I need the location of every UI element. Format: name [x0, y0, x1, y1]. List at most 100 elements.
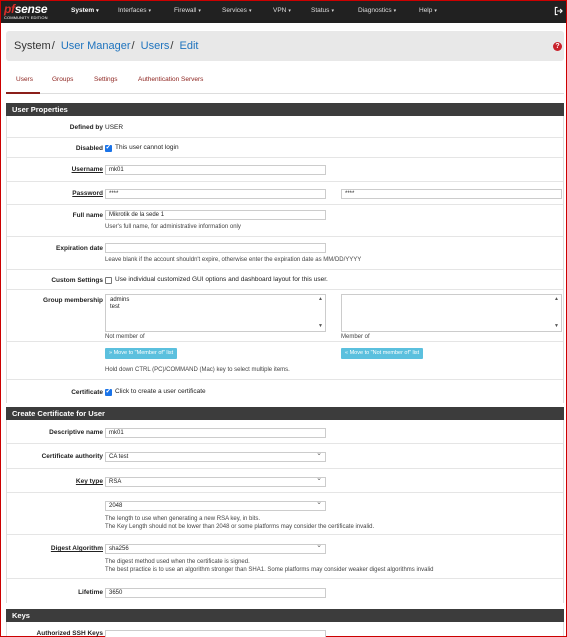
group-membership-label: Group membership [43, 297, 103, 304]
digest-algorithm-select[interactable]: sha256 [105, 544, 326, 554]
breadcrumb-root: System [14, 40, 51, 52]
row-digest-algorithm: Digest Algorithm sha256 The digest metho… [7, 535, 563, 579]
key-type-label: Key type [75, 478, 103, 485]
create-certificate-panel: Descriptive name mk01 Certificate author… [6, 420, 564, 603]
multi-select-help: Hold down CTRL (PC)/COMMAND (Mac) key to… [105, 367, 290, 373]
row-key-length: 2048 The length to use when generating a… [7, 493, 563, 535]
caret-down-icon: ▾ [198, 8, 201, 14]
disabled-checkbox-label[interactable]: This user cannot login [115, 144, 179, 151]
move-to-member-button[interactable]: » Move to "Member of" list [105, 348, 178, 359]
digest-help-1: The digest method used when the certific… [105, 559, 250, 565]
custom-settings-checkbox[interactable] [105, 277, 112, 284]
tab-settings[interactable]: Settings [94, 76, 118, 83]
digest-algorithm-label: Digest Algorithm [50, 545, 103, 552]
certificate-checkbox[interactable] [105, 387, 112, 396]
tab-groups[interactable]: Groups [52, 76, 73, 83]
row-custom-settings: Custom Settings Use individual customize… [7, 270, 563, 290]
help-icon[interactable]: ? [553, 42, 562, 51]
row-username: Username mk01 [7, 158, 563, 182]
key-length-select[interactable]: 2048 [105, 501, 326, 511]
nav-help[interactable]: Help ▾ [419, 7, 437, 14]
nav-vpn[interactable]: VPN ▾ [273, 7, 291, 14]
scroll-up-icon[interactable]: ▲ [318, 296, 323, 303]
disabled-checkbox[interactable] [105, 143, 112, 152]
double-left-icon: « [345, 350, 349, 356]
custom-settings-checkbox-label[interactable]: Use individual customized GUI options an… [115, 276, 328, 283]
full-name-input[interactable]: Mikrotik de la sede 1 [105, 210, 326, 220]
row-descriptive-name: Descriptive name mk01 [7, 420, 563, 444]
expiration-label: Expiration date [56, 245, 103, 252]
top-navbar: pfsense COMMUNITY EDITION System ▾ Interf… [1, 1, 566, 23]
digest-help-2: The best practice is to use an algorithm… [105, 567, 434, 573]
scroll-down-icon[interactable]: ▼ [554, 323, 559, 330]
row-certificate: Certificate Click to create a user certi… [7, 380, 563, 403]
key-length-help-1: The length to use when generating a new … [105, 516, 260, 522]
descriptive-name-input[interactable]: mk01 [105, 428, 326, 438]
tab-authentication-servers[interactable]: Authentication Servers [138, 76, 203, 83]
list-item[interactable]: admins [110, 297, 321, 304]
user-properties-panel: Defined by USER Disabled This user canno… [6, 116, 564, 403]
tab-users[interactable]: Users [16, 76, 33, 83]
certificate-authority-label: Certificate authority [41, 453, 103, 460]
not-member-list[interactable]: admins test ▲ ▼ [105, 294, 326, 332]
certificate-checkbox-label[interactable]: Click to create a user certificate [115, 388, 206, 395]
row-key-type: Key type RSA [7, 469, 563, 493]
breadcrumb-user-manager[interactable]: User Manager [61, 40, 131, 52]
expiration-input[interactable] [105, 243, 326, 253]
password-input[interactable]: **** [105, 189, 326, 199]
caret-down-icon: ▾ [393, 8, 397, 14]
pfsense-logo[interactable]: pfsense COMMUNITY EDITION [4, 3, 56, 21]
password-confirm-input[interactable]: **** [341, 189, 562, 199]
move-to-not-member-button[interactable]: « Move to "Not member of" list [341, 348, 424, 359]
certificate-label: Certificate [71, 389, 103, 396]
username-input[interactable]: mk01 [105, 165, 326, 175]
breadcrumb-edit[interactable]: Edit [180, 40, 199, 52]
logout-icon[interactable] [554, 6, 563, 16]
active-tab-indicator [6, 92, 40, 94]
certificate-authority-select[interactable]: CA test [105, 452, 326, 462]
expiration-help: Leave blank if the account shouldn't exp… [105, 257, 362, 263]
row-full-name: Full name Mikrotik de la sede 1 User's f… [7, 205, 563, 237]
caret-down-icon: ▾ [288, 8, 291, 14]
username-label: Username [71, 166, 103, 173]
disabled-label: Disabled [75, 145, 103, 152]
caret-down-icon: ▾ [96, 8, 99, 14]
double-right-icon: » [109, 350, 113, 356]
nav-diagnostics[interactable]: Diagnostics ▾ [358, 7, 396, 14]
defined-by-value: USER [105, 124, 124, 131]
logo-edition: COMMUNITY EDITION [4, 15, 48, 20]
list-item[interactable]: test [110, 304, 321, 311]
breadcrumb-bar: System/ User Manager/ Users/ Edit ? [6, 31, 564, 61]
nav-status[interactable]: Status ▾ [311, 7, 334, 14]
row-certificate-authority: Certificate authority CA test [7, 444, 563, 469]
defined-by-label: Defined by [69, 124, 103, 131]
row-lifetime: Lifetime 3650 [7, 579, 563, 603]
not-member-caption: Not member of [105, 334, 145, 340]
nav-interfaces[interactable]: Interfaces ▾ [118, 7, 151, 14]
row-defined-by: Defined by USER [7, 116, 563, 138]
caret-down-icon: ▾ [331, 8, 334, 14]
full-name-label: Full name [72, 212, 103, 219]
row-password: Password **** **** [7, 182, 563, 205]
member-list[interactable]: ▲ ▼ [341, 294, 562, 332]
breadcrumb-users[interactable]: Users [141, 40, 170, 52]
lifetime-input[interactable]: 3650 [105, 588, 326, 598]
caret-down-icon: ▾ [148, 8, 152, 14]
nav-services[interactable]: Services ▾ [222, 7, 251, 14]
authorized-ssh-keys-input[interactable] [105, 630, 326, 637]
nav-system[interactable]: System ▾ [71, 7, 99, 14]
descriptive-name-label: Descriptive name [49, 429, 103, 436]
scroll-down-icon[interactable]: ▼ [318, 323, 323, 330]
user-properties-header: User Properties [6, 103, 564, 116]
row-disabled: Disabled This user cannot login [7, 138, 563, 158]
full-name-help: User's full name, for administrative inf… [105, 224, 241, 230]
key-type-select[interactable]: RSA [105, 477, 326, 487]
nav-firewall[interactable]: Firewall ▾ [174, 7, 201, 14]
caret-down-icon: ▾ [248, 8, 252, 14]
row-expiration: Expiration date Leave blank if the accou… [7, 237, 563, 270]
authorized-ssh-keys-label: Authorized SSH Keys [36, 630, 103, 637]
custom-settings-label: Custom Settings [51, 277, 103, 284]
scroll-up-icon[interactable]: ▲ [554, 296, 559, 303]
lifetime-label: Lifetime [78, 589, 103, 596]
logo-text: pfsense [4, 2, 48, 16]
